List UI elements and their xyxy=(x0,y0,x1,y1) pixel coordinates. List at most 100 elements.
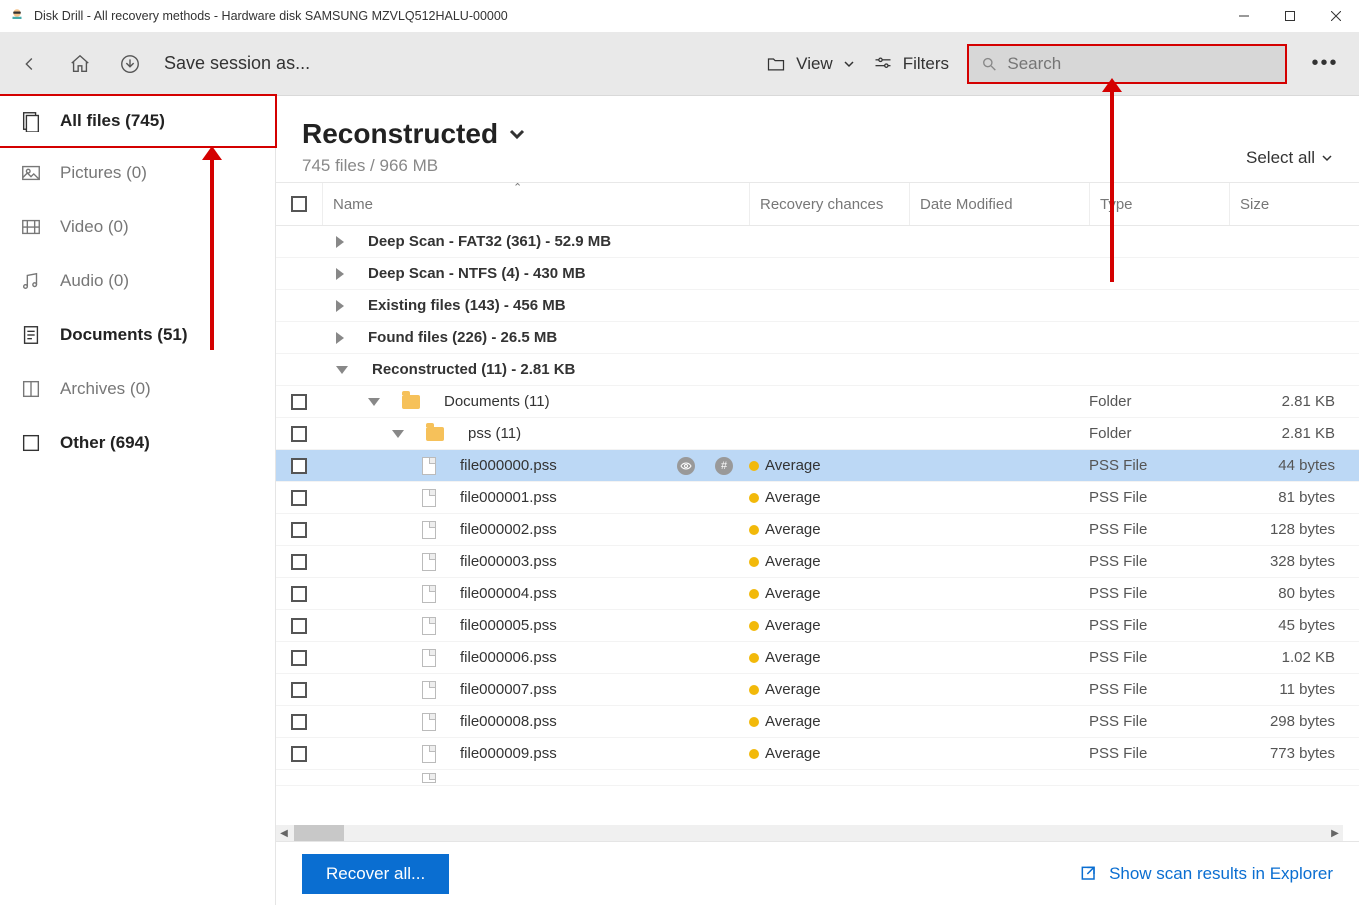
column-date[interactable]: Date Modified xyxy=(909,183,1089,225)
status-dot-icon xyxy=(749,749,759,759)
chevron-down-icon[interactable] xyxy=(508,125,526,143)
status-dot-icon xyxy=(749,461,759,471)
group-row[interactable]: Found files (226) - 26.5 MB xyxy=(276,322,1359,354)
file-row[interactable]: file000008.pssAveragePSS File298 bytes xyxy=(276,706,1359,738)
folder-icon xyxy=(402,395,420,409)
expand-icon[interactable] xyxy=(336,332,344,344)
folder-row[interactable]: Documents (11)Folder2.81 KB xyxy=(276,386,1359,418)
other-icon xyxy=(20,432,42,454)
home-button[interactable] xyxy=(64,48,96,80)
column-size[interactable]: Size xyxy=(1229,183,1359,225)
row-checkbox[interactable] xyxy=(291,618,307,634)
titlebar: Disk Drill - All recovery methods - Hard… xyxy=(0,0,1359,32)
sidebar-item-archives[interactable]: Archives (0) xyxy=(0,362,275,416)
collapse-icon[interactable] xyxy=(368,398,380,406)
save-icon[interactable] xyxy=(114,48,146,80)
search-icon xyxy=(981,55,997,73)
row-checkbox[interactable] xyxy=(291,458,307,474)
row-checkbox[interactable] xyxy=(291,522,307,538)
filters-button[interactable]: Filters xyxy=(873,54,949,74)
sidebar-item-other[interactable]: Other (694) xyxy=(0,416,275,470)
expand-icon[interactable] xyxy=(336,268,344,280)
row-checkbox[interactable] xyxy=(291,586,307,602)
chevron-down-icon xyxy=(843,58,855,70)
scroll-left-icon[interactable]: ◀ xyxy=(276,825,292,841)
folder-icon xyxy=(766,54,786,74)
column-name[interactable]: Name ⌃ xyxy=(322,183,749,225)
scroll-right-icon[interactable]: ▶ xyxy=(1327,825,1343,841)
documents-icon xyxy=(20,324,42,346)
hex-icon[interactable]: # xyxy=(715,457,733,475)
file-row[interactable]: file000000.pss#AveragePSS File44 bytes xyxy=(276,450,1359,482)
search-input[interactable] xyxy=(1007,54,1273,74)
file-row[interactable]: file000001.pssAveragePSS File81 bytes xyxy=(276,482,1359,514)
scroll-thumb[interactable] xyxy=(294,825,344,841)
select-all-dropdown[interactable]: Select all xyxy=(1246,148,1333,168)
file-icon xyxy=(422,681,436,699)
sidebar-item-documents[interactable]: Documents (51) xyxy=(0,308,275,362)
file-row[interactable]: file000009.pssAveragePSS File773 bytes xyxy=(276,738,1359,770)
sidebar-item-video[interactable]: Video (0) xyxy=(0,200,275,254)
sidebar-item-all-files[interactable]: All files (745) xyxy=(0,94,277,148)
status-dot-icon xyxy=(749,589,759,599)
row-checkbox[interactable] xyxy=(291,394,307,410)
more-button[interactable]: ••• xyxy=(1305,52,1345,75)
file-row[interactable] xyxy=(276,770,1359,786)
file-icon xyxy=(422,649,436,667)
back-button[interactable] xyxy=(14,48,46,80)
filters-icon xyxy=(873,54,893,74)
folder-icon xyxy=(426,427,444,441)
status-dot-icon xyxy=(749,557,759,567)
sidebar-item-audio[interactable]: Audio (0) xyxy=(0,254,275,308)
annotation-arrow xyxy=(1110,92,1114,282)
view-dropdown[interactable]: View xyxy=(766,54,855,74)
pictures-icon xyxy=(20,162,42,184)
show-in-explorer-link[interactable]: Show scan results in Explorer xyxy=(1079,864,1333,884)
file-icon xyxy=(422,773,436,783)
row-checkbox[interactable] xyxy=(291,490,307,506)
file-icon xyxy=(422,745,436,763)
folder-row[interactable]: pss (11)Folder2.81 KB xyxy=(276,418,1359,450)
maximize-button[interactable] xyxy=(1267,0,1313,32)
file-icon xyxy=(422,617,436,635)
select-all-checkbox[interactable] xyxy=(291,196,307,212)
recover-all-button[interactable]: Recover all... xyxy=(302,854,449,894)
horizontal-scrollbar[interactable]: ◀ ▶ xyxy=(276,825,1343,841)
group-row[interactable]: Deep Scan - NTFS (4) - 430 MB xyxy=(276,258,1359,290)
save-session-label[interactable]: Save session as... xyxy=(164,53,310,74)
file-row[interactable]: file000003.pssAveragePSS File328 bytes xyxy=(276,546,1359,578)
archives-icon xyxy=(20,378,42,400)
row-checkbox[interactable] xyxy=(291,714,307,730)
row-checkbox[interactable] xyxy=(291,682,307,698)
status-dot-icon xyxy=(749,621,759,631)
sidebar-item-pictures[interactable]: Pictures (0) xyxy=(0,146,275,200)
status-dot-icon xyxy=(749,525,759,535)
app-icon xyxy=(8,7,26,25)
group-row[interactable]: Reconstructed (11) - 2.81 KB xyxy=(276,354,1359,386)
row-checkbox[interactable] xyxy=(291,650,307,666)
minimize-button[interactable] xyxy=(1221,0,1267,32)
row-checkbox[interactable] xyxy=(291,554,307,570)
expand-icon[interactable] xyxy=(336,236,344,248)
file-tree[interactable]: Deep Scan - FAT32 (361) - 52.9 MBDeep Sc… xyxy=(276,226,1359,841)
close-button[interactable] xyxy=(1313,0,1359,32)
column-recovery[interactable]: Recovery chances xyxy=(749,183,909,225)
file-row[interactable]: file000005.pssAveragePSS File45 bytes xyxy=(276,610,1359,642)
row-checkbox[interactable] xyxy=(291,426,307,442)
file-icon xyxy=(422,713,436,731)
status-dot-icon xyxy=(749,493,759,503)
collapse-icon[interactable] xyxy=(336,366,348,374)
file-row[interactable]: file000007.pssAveragePSS File11 bytes xyxy=(276,674,1359,706)
row-checkbox[interactable] xyxy=(291,746,307,762)
file-row[interactable]: file000002.pssAveragePSS File128 bytes xyxy=(276,514,1359,546)
group-row[interactable]: Deep Scan - FAT32 (361) - 52.9 MB xyxy=(276,226,1359,258)
preview-icon[interactable] xyxy=(677,457,695,475)
expand-icon[interactable] xyxy=(336,300,344,312)
search-box[interactable] xyxy=(967,44,1287,84)
file-row[interactable]: file000006.pssAveragePSS File1.02 KB xyxy=(276,642,1359,674)
footer: Recover all... Show scan results in Expl… xyxy=(276,841,1359,905)
collapse-icon[interactable] xyxy=(392,430,404,438)
group-row[interactable]: Existing files (143) - 456 MB xyxy=(276,290,1359,322)
file-row[interactable]: file000004.pssAveragePSS File80 bytes xyxy=(276,578,1359,610)
file-icon xyxy=(422,521,436,539)
